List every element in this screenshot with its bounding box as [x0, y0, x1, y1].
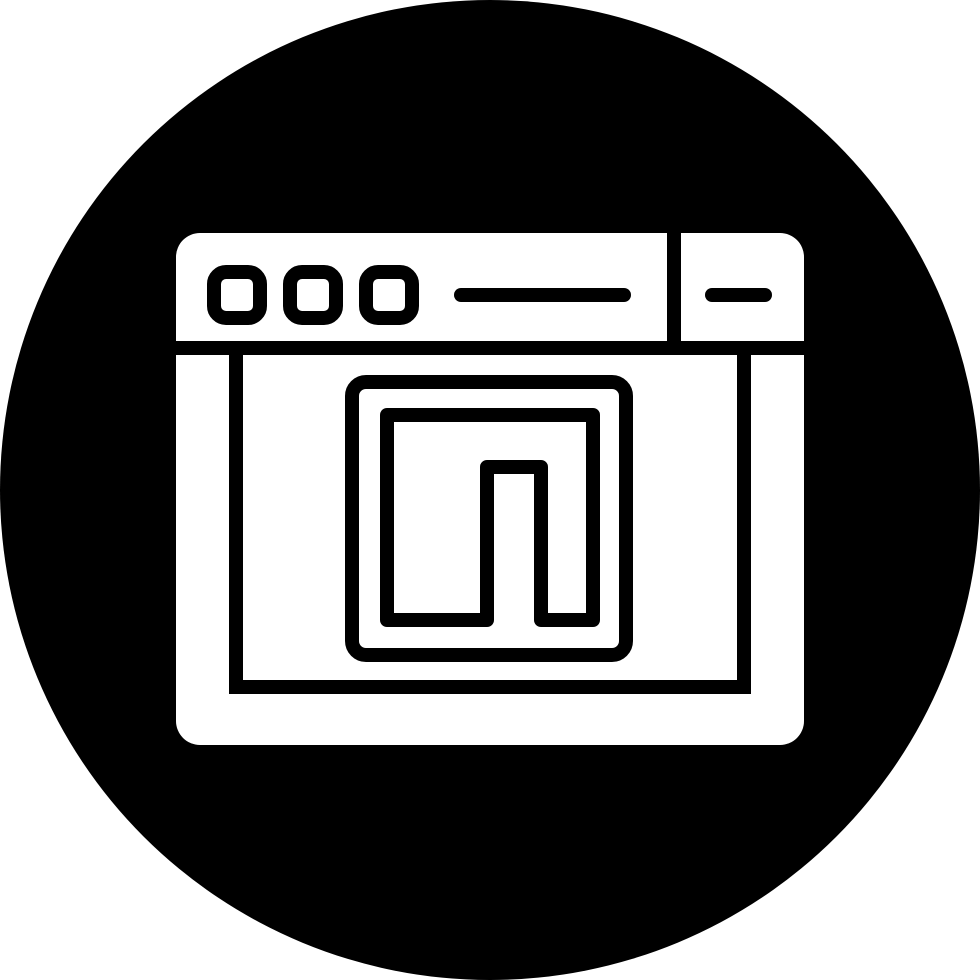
browser-window-plugin-icon: [0, 0, 980, 980]
titlebar-vertical-divider: [667, 233, 681, 343]
icon-canvas: [0, 0, 980, 980]
